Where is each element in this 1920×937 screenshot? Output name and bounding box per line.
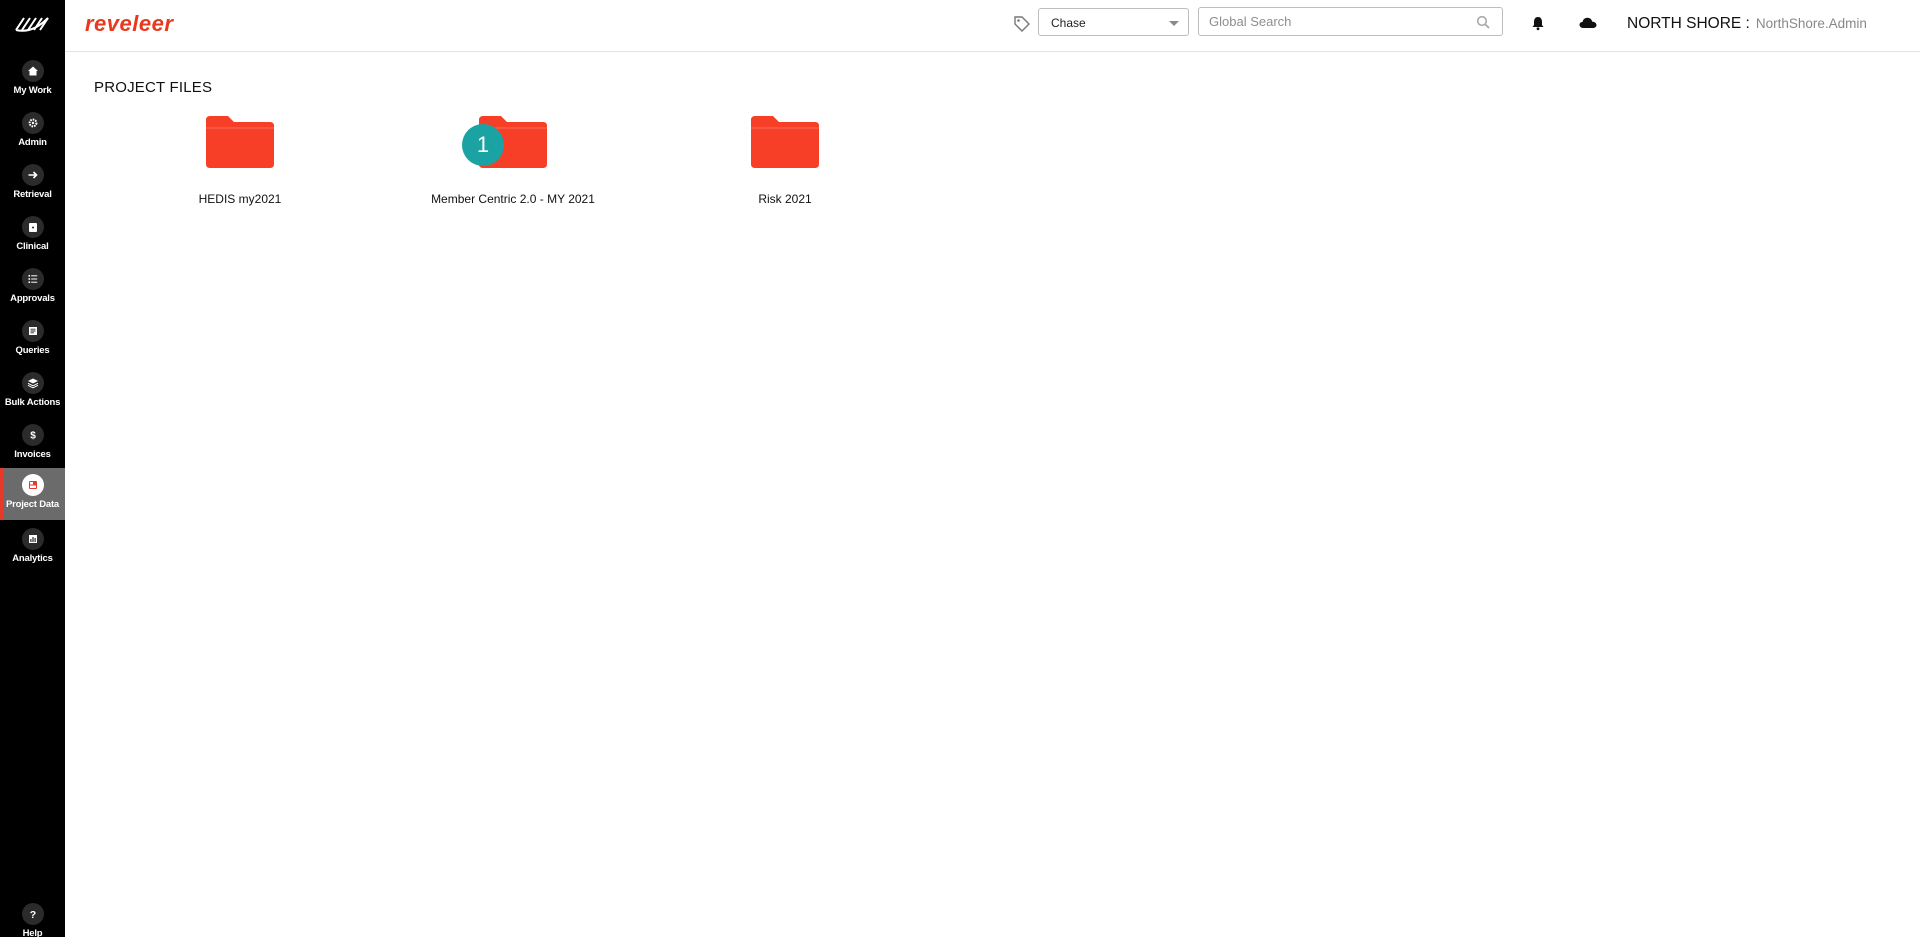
sidebar-item-admin[interactable]: Admin	[0, 106, 65, 156]
sidebar-item-label: Project Data	[5, 499, 60, 510]
folder-risk-2021[interactable]: Risk 2021	[685, 114, 885, 224]
sidebar-item-label: Help	[22, 928, 43, 937]
svg-text:?: ?	[29, 909, 35, 920]
sidebar-item-label: My Work	[13, 85, 52, 96]
folder-name: Risk 2021	[758, 192, 812, 206]
clipboard-icon	[21, 216, 44, 238]
sidebar-item-my-work[interactable]: My Work	[0, 54, 65, 104]
sidebar-item-bulk-actions[interactable]: Bulk Actions	[0, 366, 65, 416]
folder-member-centric[interactable]: Member Centric 2.0 - MY 2021 1	[413, 114, 613, 224]
search-icon[interactable]	[1476, 15, 1490, 29]
global-search-input[interactable]	[1199, 8, 1459, 35]
folder-hedis-my2021[interactable]: HEDIS my2021	[140, 114, 340, 224]
sidebar-item-label: Bulk Actions	[4, 397, 61, 408]
home-icon	[21, 60, 44, 82]
sidebar-item-invoices[interactable]: $ Invoices	[0, 418, 65, 468]
sidebar-item-help[interactable]: ? Help	[0, 897, 65, 937]
organization-name: NORTH SHORE :	[1627, 15, 1750, 32]
folder-icon	[751, 116, 819, 168]
layers-icon	[21, 372, 44, 394]
sidebar-item-project-data[interactable]: Project Data	[0, 468, 65, 520]
arrow-right-icon	[21, 164, 44, 186]
cloud-icon[interactable]	[1578, 15, 1598, 31]
project-data-icon	[21, 474, 44, 496]
top-header: reveleer Chase NORTH SHORE : NorthShore.A…	[65, 0, 1920, 52]
gear-icon	[21, 112, 44, 134]
sidebar-item-label: Clinical	[16, 241, 49, 252]
svg-text:$: $	[30, 431, 36, 442]
document-icon	[21, 320, 44, 342]
list-icon	[21, 268, 44, 290]
chart-icon	[21, 528, 44, 550]
sidebar-item-label: Invoices	[14, 449, 51, 460]
organization-label[interactable]: NORTH SHORE : NorthShore.Admin	[1627, 15, 1867, 33]
folder-name: HEDIS my2021	[198, 192, 282, 206]
brand-logo[interactable]: reveleer	[85, 11, 173, 37]
dollar-icon: $	[21, 424, 44, 446]
sidebar-item-approvals[interactable]: Approvals	[0, 262, 65, 312]
type-select-value: Chase	[1051, 16, 1086, 30]
sidebar-item-label: Analytics	[12, 553, 53, 564]
global-search-box	[1198, 7, 1503, 36]
user-name: NorthShore.Admin	[1755, 16, 1867, 31]
step-badge: 1	[462, 124, 504, 166]
sidebar-item-clinical[interactable]: Clinical	[0, 210, 65, 260]
page-title: PROJECT FILES	[94, 79, 213, 96]
chevron-down-icon	[1169, 21, 1179, 26]
sidebar-item-queries[interactable]: Queries	[0, 314, 65, 364]
sidebar-item-label: Approvals	[10, 293, 55, 304]
sidebar-item-retrieval[interactable]: Retrieval	[0, 158, 65, 208]
sidebar-item-label: Retrieval	[13, 189, 52, 200]
main-content: PROJECT FILES HEDIS my2021 Member Centri…	[65, 52, 1920, 937]
tag-icon	[1014, 16, 1030, 32]
sidebar-item-label: Admin	[18, 137, 47, 148]
help-icon: ?	[21, 903, 44, 925]
type-select[interactable]: Chase	[1038, 8, 1189, 36]
app-root: My Work Admin Retrieval Clinical Approva	[0, 0, 1920, 937]
app-logo-icon[interactable]	[14, 14, 50, 34]
sidebar: My Work Admin Retrieval Clinical Approva	[0, 0, 65, 937]
folder-icon	[206, 116, 274, 168]
sidebar-item-analytics[interactable]: Analytics	[0, 522, 65, 572]
bell-icon[interactable]	[1530, 15, 1546, 31]
folder-name: Member Centric 2.0 - MY 2021	[431, 192, 595, 206]
sidebar-item-label: Queries	[15, 345, 50, 356]
